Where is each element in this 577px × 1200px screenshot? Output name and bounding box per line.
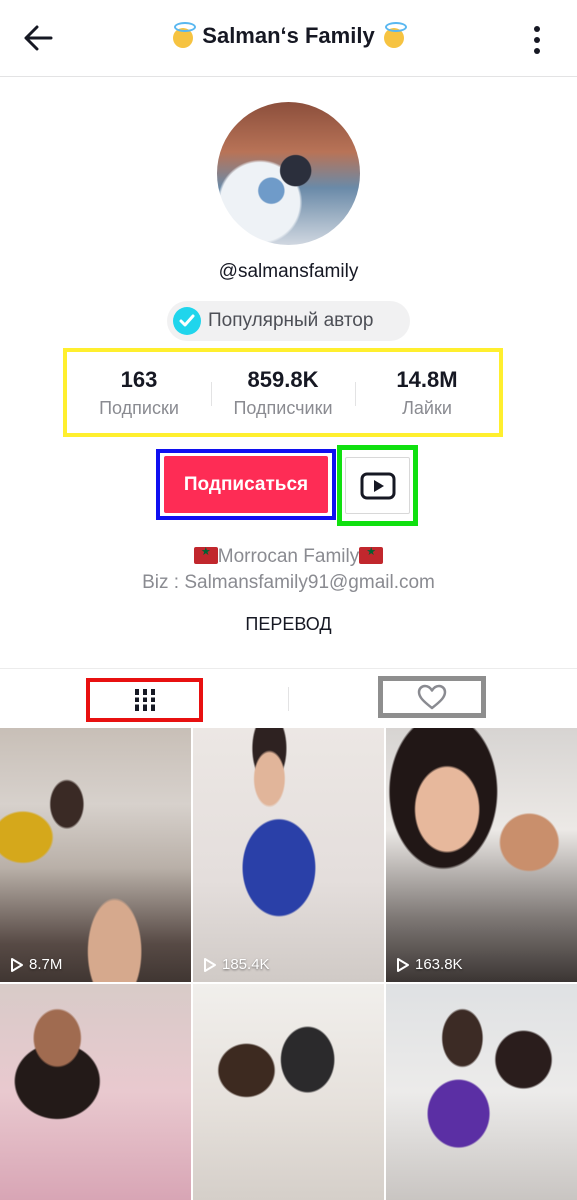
stat-following[interactable]: 163 Подписки bbox=[67, 352, 211, 433]
more-vertical-icon-dot bbox=[534, 37, 540, 43]
play-icon bbox=[11, 957, 23, 972]
bio-contact: Biz : Salmansfamily91@gmail.com bbox=[142, 572, 435, 593]
view-count-text: 163.8K bbox=[415, 956, 463, 973]
youtube-icon bbox=[360, 472, 395, 499]
play-icon bbox=[204, 957, 216, 972]
stat-value: 859.8K bbox=[247, 366, 319, 392]
video-thumbnail[interactable] bbox=[0, 984, 191, 1200]
tab-videos[interactable] bbox=[86, 678, 203, 722]
tab-liked[interactable] bbox=[378, 676, 486, 718]
video-thumbnail[interactable]: 8.7M bbox=[0, 728, 191, 982]
translate-button[interactable]: ПЕРЕВОД bbox=[0, 614, 577, 635]
youtube-button[interactable] bbox=[345, 457, 410, 514]
bio-text: Morrocan Family bbox=[217, 546, 360, 567]
profile-stats: 163 Подписки 859.8K Подписчики 14.8M Лай… bbox=[63, 348, 503, 437]
more-vertical-icon bbox=[534, 26, 540, 32]
stat-followers[interactable]: 859.8K Подписчики bbox=[211, 352, 355, 433]
stat-label: Подписчики bbox=[233, 397, 333, 418]
more-vertical-icon-dot bbox=[534, 48, 540, 54]
video-thumbnail[interactable] bbox=[386, 984, 577, 1200]
morocco-flag-icon bbox=[193, 545, 218, 564]
youtube-button-highlight bbox=[337, 445, 418, 526]
view-count-text: 185.4K bbox=[222, 956, 270, 973]
popular-creator-badge[interactable]: Популярный автор bbox=[167, 301, 410, 341]
angel-emoji-icon bbox=[381, 22, 407, 48]
video-thumbnail[interactable]: 163.8K bbox=[386, 728, 577, 982]
avatar[interactable] bbox=[217, 102, 360, 245]
stat-value: 163 bbox=[120, 366, 158, 392]
profile-tabs bbox=[0, 668, 577, 728]
username: @salmansfamily bbox=[218, 261, 359, 282]
more-options-button[interactable] bbox=[519, 20, 555, 60]
page-title: Salman‘s Family bbox=[0, 22, 577, 49]
video-thumbnail[interactable]: 185.4K bbox=[193, 728, 384, 982]
top-bar: Salman‘s Family bbox=[0, 0, 577, 77]
heart-icon bbox=[417, 684, 447, 710]
view-count-text: 8.7M bbox=[29, 956, 63, 973]
video-grid: 8.7M 185.4K 163.8K bbox=[0, 728, 577, 1200]
tab-divider bbox=[288, 687, 289, 711]
video-thumbnail[interactable] bbox=[193, 984, 384, 1200]
bio-line: Morrocan Family bbox=[0, 545, 577, 568]
view-count: 163.8K bbox=[396, 956, 463, 973]
angel-emoji-icon bbox=[170, 22, 197, 48]
stat-value: 14.8M bbox=[396, 366, 458, 392]
stat-label: Подписки bbox=[99, 397, 179, 418]
badge-label: Популярный автор bbox=[208, 310, 374, 331]
play-icon bbox=[397, 957, 409, 972]
morocco-flag-icon bbox=[359, 545, 384, 564]
grid-icon bbox=[131, 689, 158, 711]
verified-check-icon bbox=[173, 307, 201, 335]
follow-button[interactable]: Подписаться bbox=[164, 456, 328, 513]
stat-likes[interactable]: 14.8M Лайки bbox=[355, 352, 499, 433]
page-title-text: Salman‘s Family bbox=[202, 23, 375, 48]
follow-button-highlight: Подписаться bbox=[156, 449, 336, 520]
view-count: 185.4K bbox=[203, 956, 270, 973]
view-count: 8.7M bbox=[10, 956, 62, 973]
stat-label: Лайки bbox=[402, 397, 452, 418]
